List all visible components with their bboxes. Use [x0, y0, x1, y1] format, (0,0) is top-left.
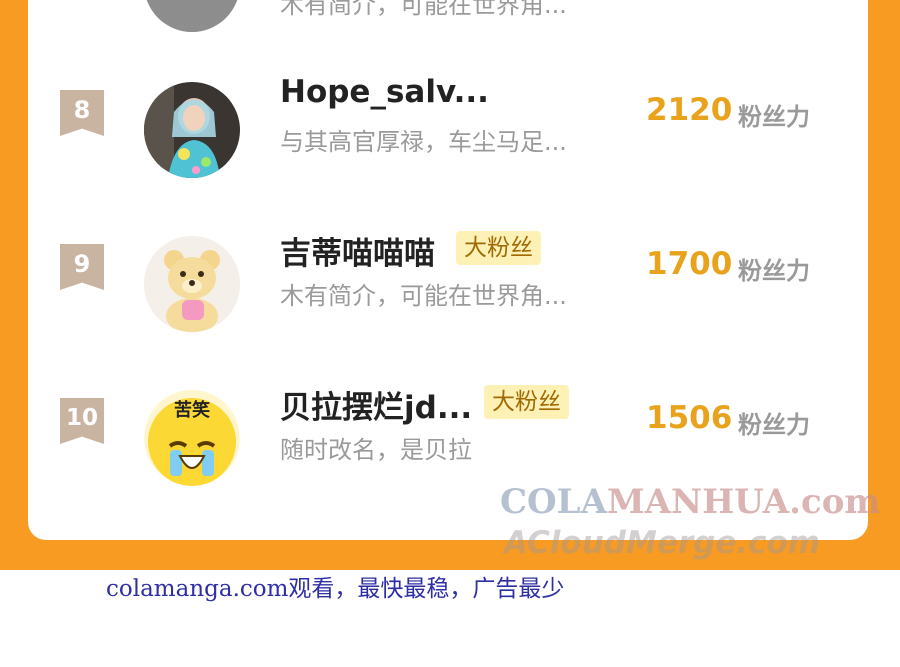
girl-photo-avatar[interactable] — [144, 82, 240, 178]
fan-power-label: 粉丝力 — [738, 411, 810, 439]
user-name[interactable]: Hope_salv... — [280, 74, 489, 110]
rank-ribbon: 8 — [60, 90, 104, 136]
rank-ribbon: 10 — [60, 398, 104, 444]
user-name[interactable]: 贝拉摆烂jd... — [280, 382, 472, 427]
fan-power-score: 2120 — [646, 92, 733, 128]
site-watermark: COLAMANHUA.com — [500, 482, 880, 522]
list-item[interactable]: 9 吉蒂喵喵喵 大粉丝 木有简介，可能在世界角... 1700 粉丝力 — [28, 231, 868, 354]
fan-power-label: 粉丝力 — [738, 257, 810, 285]
fan-power-score: 1506 — [646, 400, 733, 436]
user-bio: 木有简介，可能在世界角... — [280, 0, 567, 19]
user-bio: 与其高官厚禄，车尘马足... — [280, 128, 567, 156]
list-item[interactable]: 8 Hope_salv... 与其高官厚禄，车尘马足... 2120 粉丝力 — [28, 74, 868, 200]
user-name[interactable]: 吉蒂喵喵喵 — [280, 228, 435, 273]
big-fan-badge: 大粉丝 — [484, 385, 569, 419]
site-watermark-secondary: ACloudMerge.com — [504, 525, 821, 561]
user-bio: 木有简介，可能在世界角... — [280, 282, 567, 310]
teddy-bear-avatar[interactable] — [144, 236, 240, 332]
big-fan-badge: 大粉丝 — [456, 231, 541, 265]
fan-power-score: 1700 — [646, 246, 733, 282]
watermark-part: MANHUA — [606, 482, 790, 522]
crying-emoji-avatar[interactable]: 苦笑 — [144, 390, 240, 486]
fan-power-label: 粉丝力 — [738, 103, 810, 131]
footer-notice: colamanga.com观看，最快最稳，广告最少 — [106, 576, 565, 602]
rank-ribbon: 9 — [60, 244, 104, 290]
avatar[interactable] — [144, 0, 240, 32]
fan-ranking-card: 木有简介，可能在世界角... 8 Hope_salv... 与其高官厚禄，车尘马 — [28, 0, 868, 540]
user-bio: 随时改名，是贝拉 — [280, 436, 472, 464]
avatar-caption: 苦笑 — [174, 400, 210, 421]
watermark-part: COLA — [500, 482, 607, 522]
watermark-part: .com — [789, 482, 881, 522]
